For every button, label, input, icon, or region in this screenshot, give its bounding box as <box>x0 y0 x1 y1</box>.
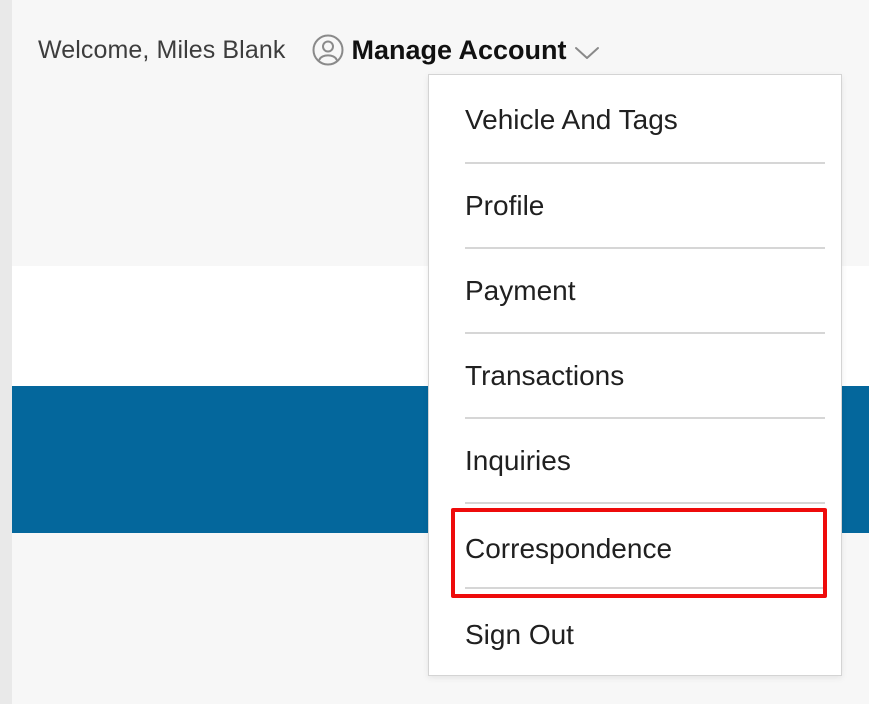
user-circle-icon <box>311 33 345 67</box>
menu-divider <box>465 587 825 589</box>
chevron-down-icon <box>572 43 602 63</box>
menu-item-label: Inquiries <box>465 444 571 476</box>
menu-item-label: Sign Out <box>465 618 574 650</box>
manage-account-button[interactable]: Manage Account <box>311 33 602 67</box>
menu-item-correspondence[interactable]: Correspondence <box>465 506 825 591</box>
menu-item-label: Transactions <box>465 359 625 391</box>
menu-item-label: Vehicle And Tags <box>465 103 678 135</box>
manage-account-label: Manage Account <box>351 34 567 65</box>
manage-account-dropdown: Vehicle And Tags Profile Payment Transac… <box>428 74 842 676</box>
menu-item-payment[interactable]: Payment <box>465 248 825 333</box>
menu-item-label: Profile <box>465 189 545 221</box>
menu-item-inquiries[interactable]: Inquiries <box>465 418 825 503</box>
menu-item-vehicle-and-tags[interactable]: Vehicle And Tags <box>465 77 825 162</box>
menu-item-sign-out[interactable]: Sign Out <box>465 592 825 677</box>
menu-item-profile[interactable]: Profile <box>465 163 825 248</box>
menu-divider <box>465 502 825 504</box>
welcome-text: Welcome, Miles Blank <box>38 35 286 64</box>
menu-item-transactions[interactable]: Transactions <box>465 333 825 418</box>
menu-item-label: Correspondence <box>465 532 673 564</box>
menu-item-label: Payment <box>465 274 576 306</box>
account-header: Welcome, Miles Blank Manage Account <box>38 28 602 72</box>
